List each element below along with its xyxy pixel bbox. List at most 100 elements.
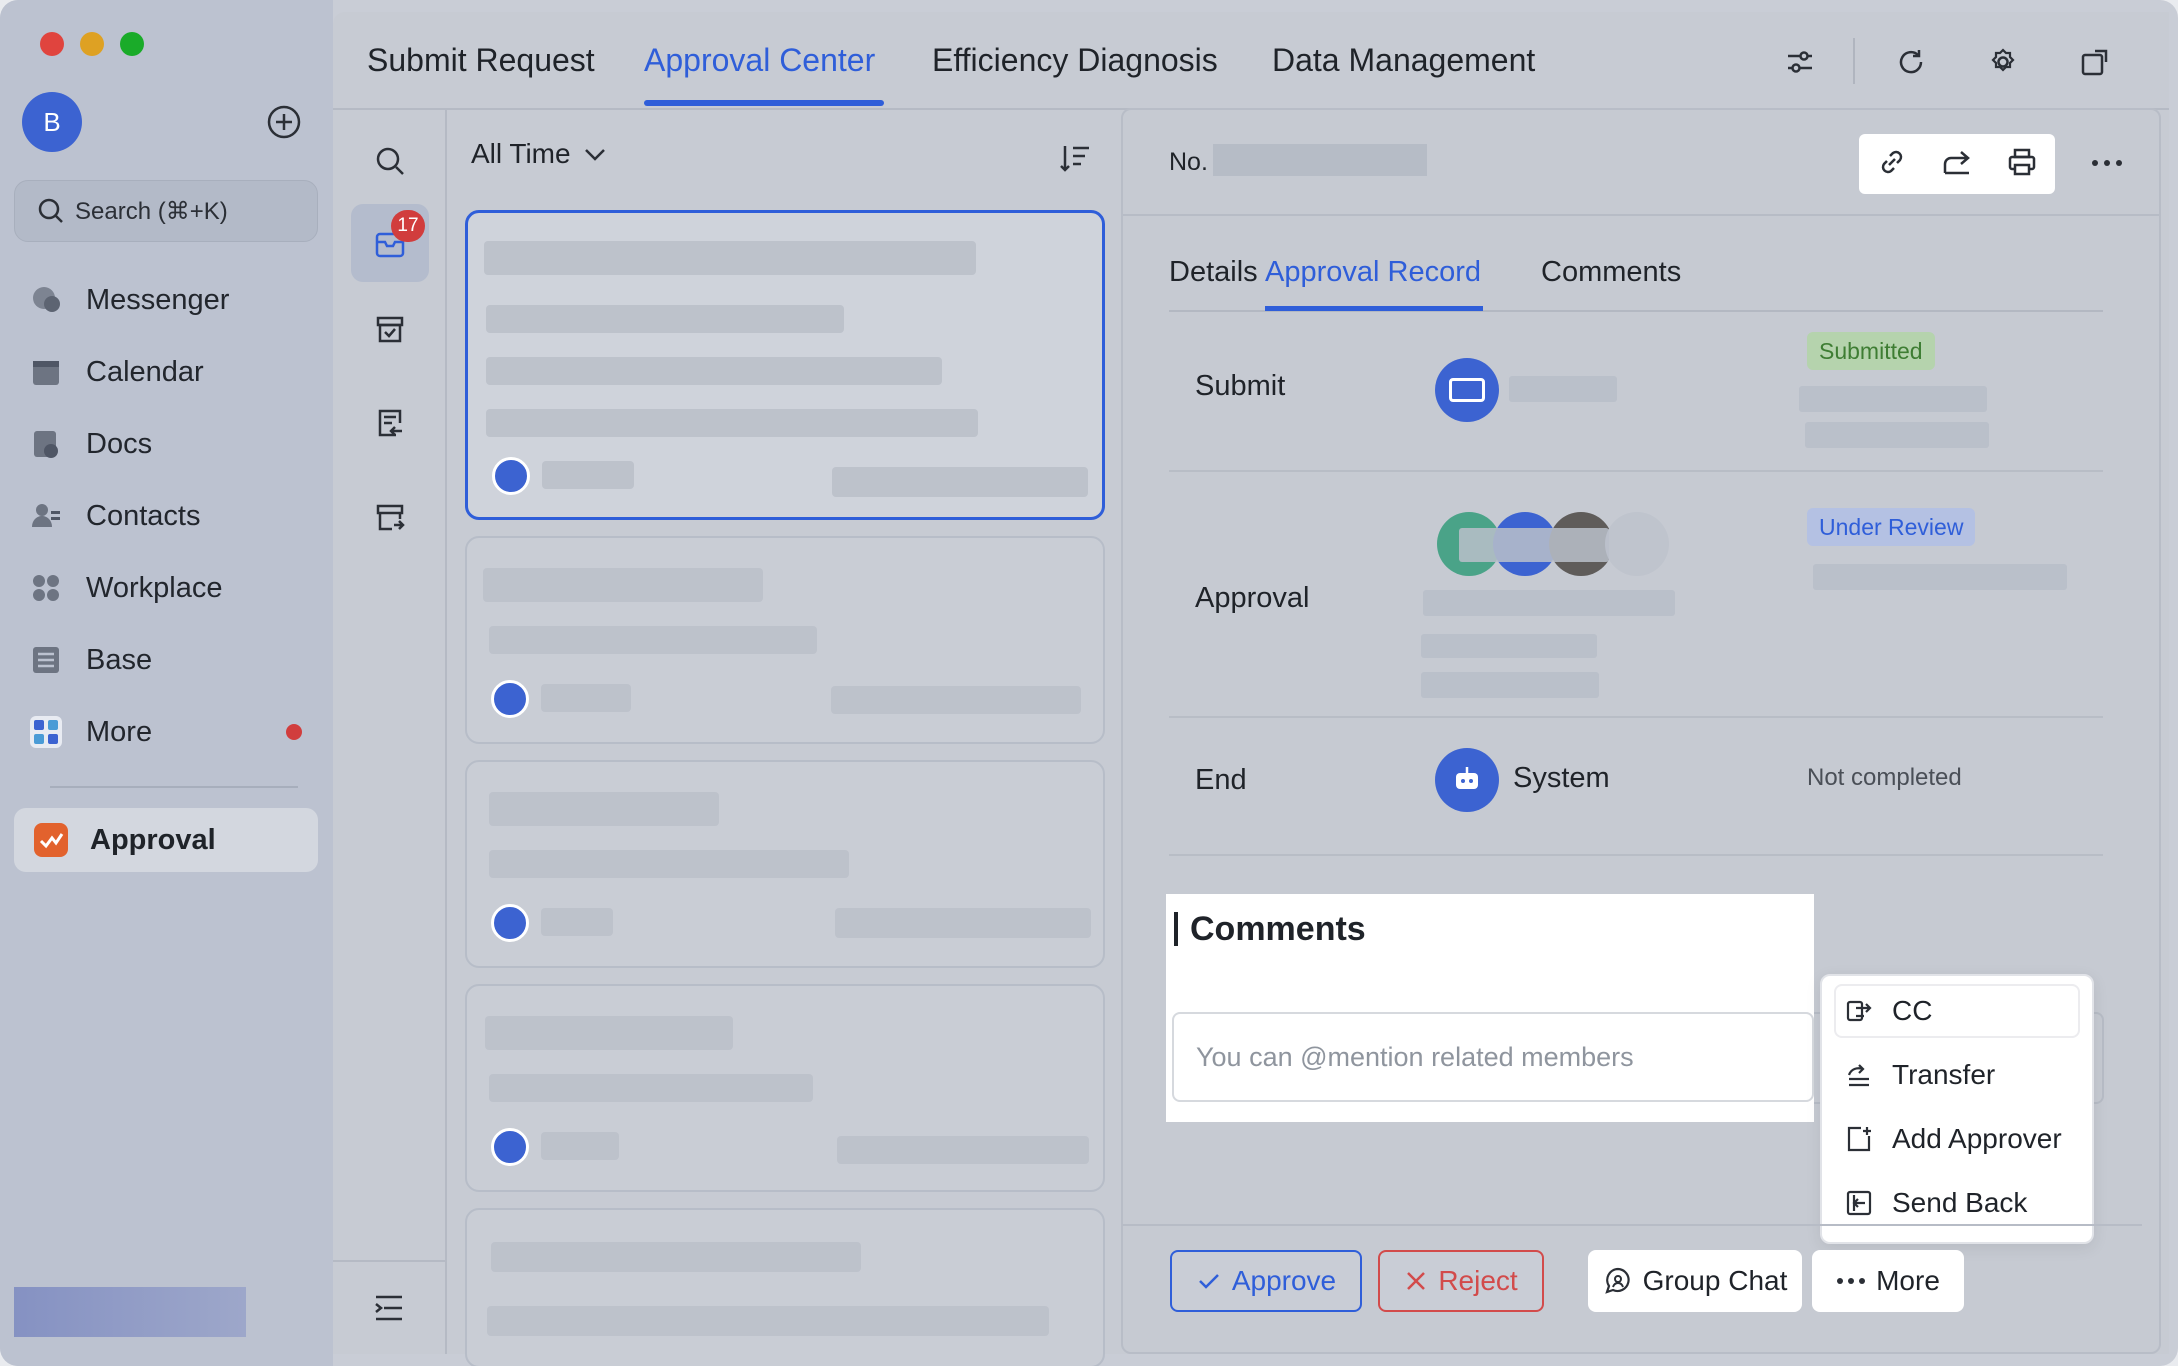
request-number-label: No.: [1169, 148, 1208, 176]
settings-gear-icon[interactable]: [1983, 42, 2023, 82]
tab-approval-center[interactable]: Approval Center: [644, 42, 875, 79]
avatar: [1435, 358, 1499, 422]
reject-label: Reject: [1438, 1265, 1518, 1296]
tab-comments[interactable]: Comments: [1541, 256, 1681, 289]
collapse-menu-button[interactable]: [333, 1260, 445, 1354]
row-divider: [1169, 854, 2103, 856]
refresh-icon[interactable]: [1891, 42, 1931, 82]
more-actions-menu: CC Transfer Add Approver Send Back: [1820, 974, 2094, 1244]
detail-toolbar: [1859, 134, 2055, 194]
more-label: More: [1876, 1265, 1940, 1296]
list-item[interactable]: [465, 536, 1105, 744]
sidebar-item-docs[interactable]: Docs: [28, 416, 152, 472]
sidebar-divider: [50, 786, 298, 788]
status-badge: Under Review: [1807, 508, 1976, 546]
zoom-window-button[interactable]: [120, 32, 144, 56]
step-approval-label: Approval: [1195, 582, 1310, 614]
active-tab-indicator: [1265, 306, 1483, 311]
avatar[interactable]: B: [22, 92, 82, 152]
reject-button[interactable]: Reject: [1378, 1250, 1544, 1312]
search-input[interactable]: Search (⌘+K): [14, 180, 318, 242]
list-item[interactable]: [465, 1208, 1105, 1366]
list-item[interactable]: [465, 984, 1105, 1192]
active-tab-indicator: [644, 100, 884, 106]
request-number-value: [1213, 144, 1427, 176]
initiated-rail-button[interactable]: [351, 384, 429, 462]
step-submit-label: Submit: [1195, 370, 1286, 402]
filter-sliders-icon[interactable]: [1780, 42, 1820, 82]
check-icon: [1196, 1268, 1222, 1294]
sidebar-item-more[interactable]: More: [28, 704, 152, 760]
avatar: [491, 904, 529, 942]
sidebar-item-contacts[interactable]: Contacts: [28, 488, 200, 544]
sidebar-item-workplace[interactable]: Workplace: [28, 560, 222, 616]
copy-link-icon[interactable]: [1876, 146, 1908, 183]
sidebar-item-label: Docs: [86, 427, 153, 460]
menu-item-label: Add Approver: [1892, 1123, 2062, 1154]
comments-section: Comments You can @mention related member…: [1166, 894, 1814, 1122]
toolbar-divider: [1853, 38, 1855, 84]
list-item[interactable]: [465, 210, 1105, 520]
tab-efficiency-diagnosis[interactable]: Efficiency Diagnosis: [932, 42, 1218, 79]
docs-icon: [28, 426, 64, 462]
top-nav: Submit Request Approval Center Efficienc…: [333, 12, 2169, 110]
sidebar-item-approval[interactable]: Approval: [14, 808, 318, 872]
workplace-icon: [28, 570, 64, 606]
comment-input[interactable]: You can @mention related members: [1172, 1012, 1814, 1102]
row-divider: [1169, 716, 2103, 718]
search-icon: [37, 197, 65, 225]
search-rail-button[interactable]: [351, 122, 429, 200]
share-icon[interactable]: [1941, 146, 1973, 183]
avatar: [491, 680, 529, 718]
sort-icon[interactable]: [1057, 140, 1093, 176]
print-icon[interactable]: [2006, 146, 2038, 183]
archive-box-icon: [376, 316, 404, 343]
menu-item-add-approver[interactable]: Add Approver: [1834, 1112, 2080, 1166]
menu-collapse-icon: [375, 1295, 402, 1321]
menu-item-label: CC: [1892, 995, 1933, 1026]
approve-label: Approve: [1231, 1265, 1337, 1296]
add-approver-icon: [1844, 1124, 1874, 1154]
more-notification-dot: [286, 724, 302, 740]
comments-title: Comments: [1190, 910, 1366, 948]
more-apps-icon: [28, 714, 64, 750]
search-icon: [376, 147, 404, 175]
sidebar-item-base[interactable]: Base: [28, 632, 152, 688]
close-window-button[interactable]: [40, 32, 64, 56]
pending-count-badge: 17: [391, 210, 425, 242]
menu-item-transfer[interactable]: Transfer: [1834, 1048, 2080, 1102]
group-chat-button[interactable]: Group Chat: [1588, 1250, 1802, 1312]
approval-app-icon: [34, 823, 68, 857]
tab-submit-request[interactable]: Submit Request: [367, 42, 595, 79]
list-item[interactable]: [465, 760, 1105, 968]
tab-details[interactable]: Details: [1169, 256, 1258, 289]
time-filter-dropdown[interactable]: All Time: [471, 138, 609, 170]
sidebar: B Search (⌘+K) Messenger Calendar Docs C…: [0, 0, 333, 1366]
add-plus-icon[interactable]: [266, 104, 302, 140]
chevron-down-icon: [584, 149, 605, 161]
menu-item-cc[interactable]: CC: [1834, 984, 2080, 1038]
sidebar-item-calendar[interactable]: Calendar: [28, 344, 204, 400]
time-filter-label: All Time: [471, 138, 571, 169]
end-actor-name: System: [1513, 762, 1610, 794]
sidebar-item-label: Messenger: [86, 283, 230, 316]
group-chat-icon: [1603, 1266, 1633, 1296]
request-list: All Time: [447, 108, 1107, 1366]
approve-button[interactable]: Approve: [1170, 1250, 1362, 1312]
archive-rail-button[interactable]: [351, 290, 429, 368]
account-footer[interactable]: [14, 1287, 246, 1337]
tab-data-management[interactable]: Data Management: [1272, 42, 1535, 79]
more-options-icon[interactable]: [2087, 148, 2127, 178]
minimize-window-button[interactable]: [80, 32, 104, 56]
cc-rail-button[interactable]: [351, 478, 429, 556]
row-divider: [1169, 470, 2103, 472]
new-window-icon[interactable]: [2075, 42, 2115, 82]
messenger-icon: [28, 282, 64, 318]
more-actions-button[interactable]: More: [1812, 1250, 1964, 1312]
sidebar-item-label: Contacts: [86, 499, 201, 532]
tab-approval-record[interactable]: Approval Record: [1265, 256, 1481, 289]
pending-inbox-button[interactable]: 17: [351, 204, 429, 282]
menu-item-send-back[interactable]: Send Back: [1834, 1176, 2080, 1230]
sidebar-item-messenger[interactable]: Messenger: [28, 272, 229, 328]
document-in-icon: [378, 409, 402, 437]
